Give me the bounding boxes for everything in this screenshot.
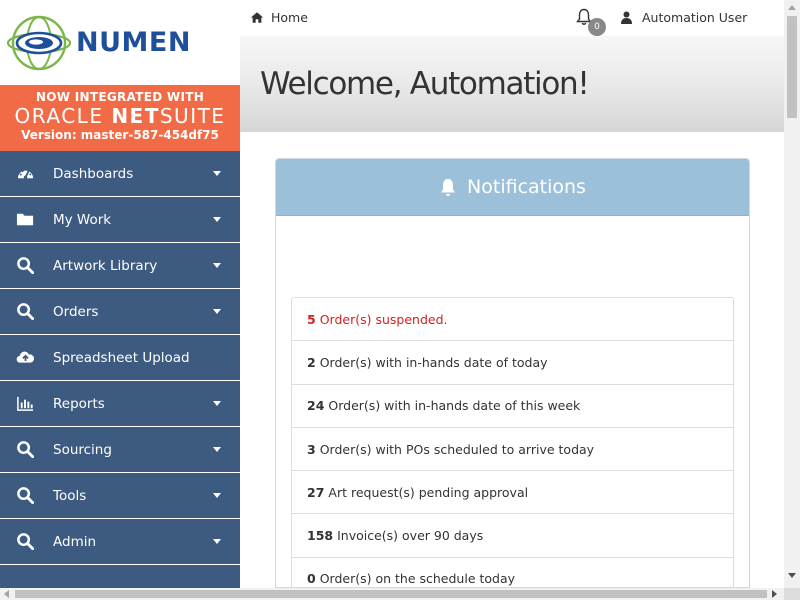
- chevron-down-icon: [213, 171, 221, 176]
- scroll-left-arrow-icon[interactable]: [4, 590, 9, 598]
- user-icon: [621, 11, 632, 24]
- search-icon: [0, 302, 53, 321]
- chevron-down-icon: [213, 447, 221, 452]
- numen-globe-icon: [6, 15, 72, 70]
- netsuite-banner: NOW INTEGRATED WITH ORACLE NETSUITE Vers…: [0, 85, 240, 151]
- scroll-down-arrow-icon[interactable]: [788, 573, 796, 578]
- home-link[interactable]: Home: [250, 10, 308, 25]
- user-menu[interactable]: Automation User: [621, 10, 747, 25]
- list-item[interactable]: 158 Invoice(s) over 90 days: [292, 514, 733, 558]
- sidebar-item-label: Admin: [53, 533, 97, 550]
- notification-text: Order(s) on the schedule today: [319, 571, 516, 587]
- bar-chart-icon: [0, 394, 53, 413]
- version-label: Version: master-587-454df75: [21, 128, 219, 142]
- notifications-panel-header: Notifications: [276, 159, 749, 216]
- vertical-scrollbar-thumb[interactable]: [787, 16, 797, 118]
- notification-text: Order(s) suspended.: [319, 311, 448, 327]
- scroll-right-arrow-icon[interactable]: [772, 590, 777, 598]
- banner-oracle-netsuite: ORACLE NETSUITE: [0, 105, 240, 127]
- bell-icon: [441, 178, 456, 196]
- vertical-scrollbar[interactable]: [784, 0, 800, 588]
- notification-text: Order(s) with in-hands date of today: [319, 354, 548, 370]
- notification-count: 5: [307, 311, 316, 327]
- sidebar-item-artwork-library[interactable]: Artwork Library: [0, 243, 240, 289]
- search-icon: [0, 532, 53, 551]
- notification-text: Order(s) with in-hands date of this week: [328, 398, 581, 414]
- chevron-down-icon: [213, 493, 221, 498]
- sidebar-item-admin[interactable]: Admin: [0, 519, 240, 565]
- dashboard-icon: [0, 164, 53, 183]
- sidebar-item-sourcing[interactable]: Sourcing: [0, 427, 240, 473]
- notification-count: 158: [307, 528, 334, 544]
- list-item[interactable]: 24 Order(s) with in-hands date of this we…: [292, 385, 733, 428]
- home-icon: [250, 12, 264, 23]
- chevron-down-icon: [213, 309, 221, 314]
- sidebar-item-spreadsheet-upload[interactable]: Spreadsheet Upload: [0, 335, 240, 381]
- sidebar-item-reports[interactable]: Reports: [0, 381, 240, 427]
- notification-count-badge: 0: [588, 18, 606, 36]
- chevron-down-icon: [213, 401, 221, 406]
- sidebar-item-label: My Work: [53, 211, 112, 228]
- banner-oracle: ORACLE: [14, 104, 104, 128]
- notifications-panel: Notifications 5 Order(s) suspended. 2 Orde…: [275, 158, 750, 588]
- list-item[interactable]: 5 Order(s) suspended.: [292, 298, 733, 342]
- scroll-up-arrow-icon[interactable]: [788, 5, 796, 10]
- notification-text: Art request(s) pending approval: [328, 484, 529, 500]
- logo[interactable]: NUMEN: [0, 0, 240, 85]
- sidebar-item-label: Dashboards: [53, 165, 134, 182]
- banner-suite: SUITE: [159, 104, 226, 128]
- logo-text: NUMEN: [76, 27, 191, 58]
- scrollbar-corner: [784, 588, 800, 600]
- sidebar-item-my-work[interactable]: My Work: [0, 197, 240, 243]
- list-item[interactable]: 0 Order(s) on the schedule today: [292, 558, 733, 587]
- notifications-title: Notifications: [467, 176, 586, 198]
- sidebar-item-label: Artwork Library: [53, 257, 158, 274]
- search-icon: [0, 486, 53, 505]
- sidebar-item-label: Reports: [53, 395, 105, 412]
- sidebar-item-dashboards[interactable]: Dashboards: [0, 151, 240, 197]
- sidebar-item-label: Sourcing: [53, 441, 112, 458]
- horizontal-scrollbar-thumb[interactable]: [15, 590, 767, 598]
- folder-icon: [0, 210, 53, 229]
- chevron-down-icon: [213, 263, 221, 268]
- notification-count: 24: [307, 398, 325, 414]
- notification-text: Invoice(s) over 90 days: [337, 528, 484, 544]
- sidebar-item-label: Tools: [53, 487, 87, 504]
- notification-count: 3: [307, 441, 316, 457]
- sidebar-item-orders[interactable]: Orders: [0, 289, 240, 335]
- search-icon: [0, 440, 53, 459]
- cloud-upload-icon: [0, 348, 53, 367]
- chevron-down-icon: [213, 539, 221, 544]
- banner-tagline: NOW INTEGRATED WITH: [35, 90, 205, 104]
- notifications-button[interactable]: 0: [576, 8, 606, 36]
- notification-count: 2: [307, 354, 316, 370]
- list-item[interactable]: 27 Art request(s) pending approval: [292, 471, 733, 515]
- notifications-list: 5 Order(s) suspended. 2 Order(s) with in-h…: [291, 297, 734, 587]
- banner-net: NET: [111, 104, 160, 128]
- list-item[interactable]: 3 Order(s) with POs scheduled to arrive t…: [292, 428, 733, 472]
- horizontal-scrollbar[interactable]: [0, 588, 784, 600]
- top-navbar: Home 0 Automation User: [240, 0, 784, 36]
- notification-count: 27: [307, 484, 325, 500]
- notification-text: Order(s) with POs scheduled to arrive to…: [319, 441, 595, 457]
- sidebar-item-label: Orders: [53, 303, 99, 320]
- search-icon: [0, 256, 53, 275]
- sidebar-item-label: Spreadsheet Upload: [53, 349, 190, 366]
- notification-count: 0: [307, 571, 316, 587]
- sidebar-item-tools[interactable]: Tools: [0, 473, 240, 519]
- sidebar: NUMEN NOW INTEGRATED WITH ORACLE NETSUIT…: [0, 0, 240, 588]
- user-name: Automation User: [642, 10, 748, 25]
- home-label: Home: [271, 10, 308, 25]
- page-title: Welcome, Automation!: [260, 66, 590, 102]
- welcome-header: Welcome, Automation!: [240, 36, 784, 132]
- list-item[interactable]: 2 Order(s) with in-hands date of today: [292, 341, 733, 385]
- chevron-down-icon: [213, 217, 221, 222]
